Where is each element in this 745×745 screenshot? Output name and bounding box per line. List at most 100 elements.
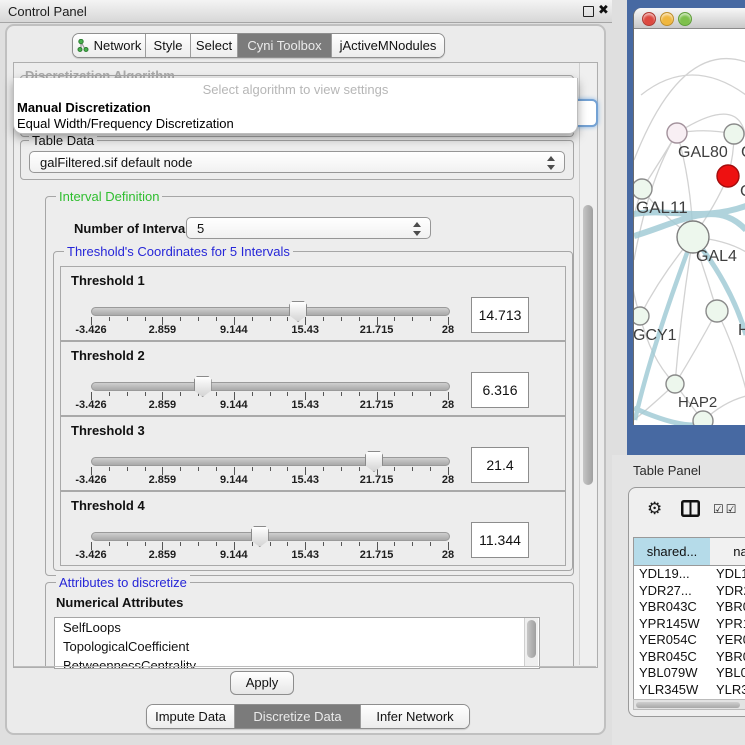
tick-label: 21.715: [345, 324, 409, 336]
tick-label: 2.859: [130, 549, 194, 561]
close-icon[interactable]: ✖: [598, 3, 609, 18]
network-node[interactable]: [666, 375, 684, 393]
table-row[interactable]: YDL19... YDL1: [634, 566, 745, 583]
checkboxes-icon[interactable]: ☑☑: [713, 502, 739, 516]
threshold-value-field[interactable]: 6.316: [471, 372, 529, 408]
network-node[interactable]: [706, 300, 728, 322]
threshold-slider-thumb[interactable]: [365, 451, 383, 472]
divider: [14, 666, 596, 667]
tab-jactivemnodules[interactable]: jActiveMNodules: [332, 34, 444, 57]
shared-name-cell[interactable]: YBR043C: [639, 599, 697, 616]
threshold-label: Threshold 4: [71, 498, 145, 513]
name-cell[interactable]: YER0: [716, 632, 745, 649]
tick-label: 21.715: [345, 399, 409, 411]
threshold-value-field[interactable]: 21.4: [471, 447, 529, 483]
tab-select[interactable]: Select: [191, 34, 238, 57]
name-cell[interactable]: YBL0: [716, 665, 745, 682]
threshold-slider-track[interactable]: [91, 457, 450, 466]
tab-label: Discretize Data: [253, 709, 341, 724]
column-header-shared[interactable]: shared...: [633, 537, 711, 566]
tab-infer-network[interactable]: Infer Network: [361, 705, 469, 728]
top-tab-bar: NetworkStyle Select Cyni ToolboxjActiveMNo…: [72, 33, 445, 58]
threshold-slider-thumb[interactable]: [194, 376, 212, 397]
minimize-traffic-light-icon[interactable]: [660, 12, 674, 26]
network-node-label: GCY1: [634, 327, 677, 344]
table-row[interactable]: YBR043C YBR0: [634, 599, 745, 616]
network-node[interactable]: [724, 124, 744, 144]
window-title: Control Panel: [8, 4, 87, 19]
shared-name-cell[interactable]: YBR045C: [639, 649, 697, 666]
gear-icon[interactable]: ⚙: [647, 499, 662, 519]
tab-network[interactable]: Network: [73, 34, 146, 57]
shared-name-cell[interactable]: YPR145W: [639, 616, 700, 633]
table-data-label: Table Data: [29, 133, 97, 148]
table-hscrollbar[interactable]: [633, 699, 745, 710]
tab-label: Select: [196, 38, 232, 53]
number-of-intervals-combobox[interactable]: 5: [186, 217, 431, 239]
split-columns-icon[interactable]: [681, 500, 700, 517]
network-node-label: GAL11: [636, 198, 688, 217]
tab-cyni-toolbox[interactable]: Cyni Toolbox: [238, 34, 332, 57]
tick-label: 15.43: [273, 324, 337, 336]
screen: Control Panel ✖ NetworkStyle Select Cyni T…: [0, 0, 745, 745]
apply-button[interactable]: Apply: [230, 671, 294, 695]
algorithm-option-equal-width[interactable]: Equal Width/Frequency Discretization: [17, 116, 234, 131]
control-panel-titlebar: Control Panel ✖: [0, 0, 612, 23]
network-node[interactable]: [717, 165, 739, 187]
attribute-list-item[interactable]: TopologicalCoefficient: [55, 637, 539, 656]
number-of-intervals-value: 5: [197, 221, 204, 236]
table-row[interactable]: YDR27... YDR2: [634, 583, 745, 600]
threshold-value-field[interactable]: 11.344: [471, 522, 529, 558]
tab-style[interactable]: Style: [146, 34, 191, 57]
network-icon: [77, 39, 89, 52]
zoom-traffic-light-icon[interactable]: [678, 12, 692, 26]
name-cell[interactable]: YDR2: [716, 583, 745, 600]
content-scrollbar[interactable]: [579, 63, 596, 665]
name-cell[interactable]: YBR0: [716, 599, 745, 616]
tab-impute-data[interactable]: Impute Data: [147, 705, 235, 728]
close-traffic-light-icon[interactable]: [642, 12, 656, 26]
network-node[interactable]: [667, 123, 687, 143]
threshold-value-field[interactable]: 14.713: [471, 297, 529, 333]
shared-name-cell[interactable]: YLR345W: [639, 682, 698, 699]
table-row[interactable]: YPR145W YPR1: [634, 616, 745, 633]
shared-name-cell[interactable]: YDL19...: [639, 566, 690, 583]
thresholds-group-label: Threshold's Coordinates for 5 Intervals: [64, 244, 293, 259]
numerical-attributes-list[interactable]: SelfLoopsTopologicalCoefficientBetweenne…: [54, 617, 540, 669]
table-row[interactable]: YBR045C YBR0: [634, 649, 745, 666]
network-canvas[interactable]: GAL80GACGAL11GAL4GCY1HHAP2: [634, 29, 745, 425]
shared-name-cell[interactable]: YBL079W: [639, 665, 698, 682]
shared-name-cell[interactable]: YDR27...: [639, 583, 692, 600]
algorithm-option-manual[interactable]: Manual Discretization: [17, 100, 151, 115]
network-node-label: H: [738, 322, 745, 339]
name-cell[interactable]: YBR0: [716, 649, 745, 666]
name-cell[interactable]: YDL1: [716, 566, 745, 583]
table-data-combobox[interactable]: galFiltered.sif default node: [29, 151, 565, 173]
threshold-slider-track[interactable]: [91, 532, 450, 541]
shared-name-cell[interactable]: YER054C: [639, 632, 697, 649]
node-table[interactable]: YDL19...YDL1YDR27...YDR2YBR043CYBR0YPR14…: [633, 566, 745, 699]
tab-label: Infer Network: [376, 709, 453, 724]
network-node[interactable]: [634, 307, 649, 325]
table-row[interactable]: YLR345W YLR3: [634, 682, 745, 699]
network-node-label: GAL4: [696, 248, 737, 265]
interval-definition-group: Interval Definition Number of Intervals …: [45, 196, 574, 576]
network-node-label: GA: [741, 144, 745, 161]
attribute-list-item[interactable]: BetweennessCentrality: [55, 656, 539, 669]
threshold-slider-thumb[interactable]: [251, 526, 269, 547]
name-cell[interactable]: YLR3: [716, 682, 745, 699]
name-cell[interactable]: YPR1: [716, 616, 745, 633]
table-row[interactable]: YBL079W YBL0: [634, 665, 745, 682]
network-node[interactable]: [634, 179, 652, 199]
threshold-slider-track[interactable]: [91, 307, 450, 316]
thresholds-group: Threshold's Coordinates for 5 Intervals …: [53, 251, 573, 571]
threshold-panel-2: Threshold 2-3.4262.8599.14415.4321.71528…: [60, 341, 566, 416]
table-row[interactable]: YER054C YER0: [634, 632, 745, 649]
threshold-slider-track[interactable]: [91, 382, 450, 391]
network-node[interactable]: [693, 411, 713, 425]
attributes-list-scrollbar[interactable]: [524, 618, 538, 666]
column-header-name[interactable]: na: [710, 537, 745, 566]
float-icon[interactable]: [583, 6, 594, 17]
attribute-list-item[interactable]: SelfLoops: [55, 618, 539, 637]
tab-discretize-data[interactable]: Discretize Data: [235, 705, 361, 728]
